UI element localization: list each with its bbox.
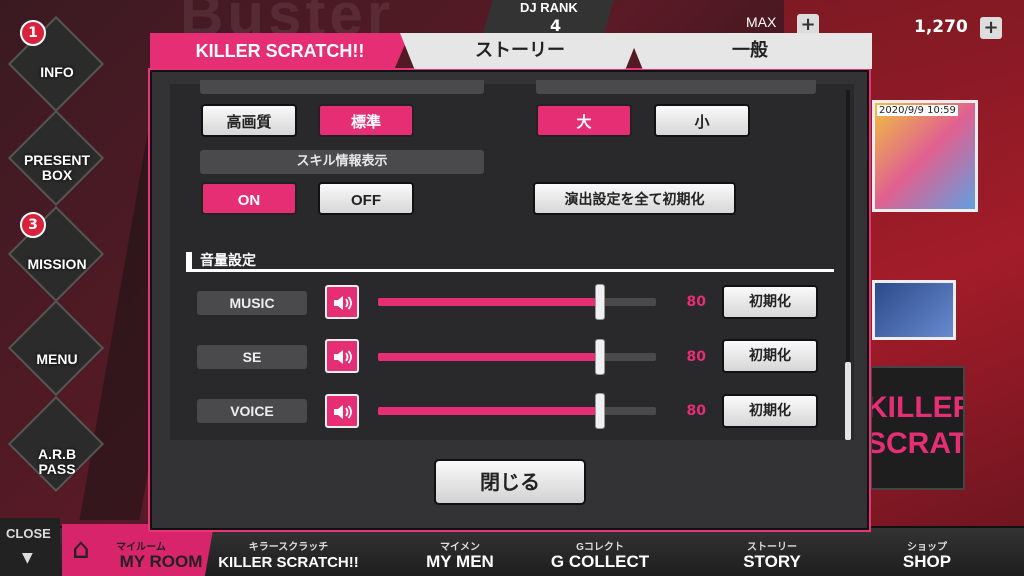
nav-g-collect[interactable]: Gコレクト G COLLECT xyxy=(540,542,660,572)
nav-sub: マイルーム xyxy=(116,542,166,553)
voice-slider[interactable] xyxy=(378,393,656,429)
settings-scroll-area[interactable] xyxy=(170,84,854,440)
nav-shop[interactable]: ショップ SHOP xyxy=(892,542,962,572)
coin-plus-icon[interactable]: + xyxy=(980,17,1002,39)
se-slider[interactable] xyxy=(378,339,656,375)
music-slider[interactable] xyxy=(378,284,656,320)
slider-fill xyxy=(378,298,600,306)
se-speaker-icon[interactable] xyxy=(325,339,359,373)
close-nav-button[interactable]: CLOSE ▼ xyxy=(0,518,60,576)
nav-sub: キラースクラッチ xyxy=(248,542,329,553)
nav-label: STORY xyxy=(743,552,801,571)
menu-label: MENU xyxy=(36,351,78,367)
voice-speaker-icon[interactable] xyxy=(325,394,359,428)
quality-standard-button[interactable]: 標準 xyxy=(318,104,414,137)
voice-label: VOICE xyxy=(197,399,307,423)
slider-handle[interactable] xyxy=(595,284,605,320)
skill-info-off-button[interactable]: OFF xyxy=(318,182,414,215)
slider-fill xyxy=(378,407,600,415)
se-label: SE xyxy=(197,345,307,369)
voice-reset-button[interactable]: 初期化 xyxy=(722,394,818,428)
slider-fill xyxy=(378,353,600,361)
present-box-label: PRESENT BOX xyxy=(23,152,91,183)
stamina-plus-icon[interactable]: + xyxy=(797,14,819,36)
nav-sub: ストーリー xyxy=(747,542,797,553)
nav-label: G COLLECT xyxy=(550,552,650,571)
nav-sub: ショップ xyxy=(907,542,947,553)
nav-sub: マイメン xyxy=(440,542,480,553)
nav-label: KILLER SCRATCH!! xyxy=(218,554,359,571)
music-reset-button[interactable]: 初期化 xyxy=(722,285,818,319)
music-speaker-icon[interactable] xyxy=(325,285,359,319)
nav-my-men[interactable]: マイメン MY MEN xyxy=(410,542,510,572)
tab-general[interactable]: 一般 xyxy=(628,33,872,69)
coin-value: 1,270 xyxy=(914,17,968,37)
size-large-button[interactable]: 大 xyxy=(536,104,632,137)
skill-info-header: スキル情報表示 xyxy=(200,150,484,174)
dj-rank-value: 4 xyxy=(550,16,562,35)
close-nav-label: CLOSE xyxy=(6,526,51,541)
nav-label: MY ROOM xyxy=(119,552,203,571)
skill-info-on-button[interactable]: ON xyxy=(201,182,297,215)
nav-sub: Gコレクト xyxy=(576,542,624,553)
slider-handle[interactable] xyxy=(595,393,605,429)
house-icon: ⌂ xyxy=(72,532,90,565)
thumbnail-date: 2020/9/9 10:59 xyxy=(877,105,958,116)
info-badge: 1 xyxy=(20,20,46,46)
volume-section-title: 音量設定 xyxy=(200,253,256,269)
stamina-max-label: MAX xyxy=(746,14,777,30)
nav-my-room[interactable]: マイルーム MY ROOM xyxy=(68,542,214,572)
killer-scratch-banner[interactable]: KILLER SCRATCH!! xyxy=(870,366,965,490)
nav-killer-scratch[interactable]: キラースクラッチ KILLER SCRATCH!! xyxy=(216,542,361,572)
size-header-clipped xyxy=(536,80,816,94)
quality-high-button[interactable]: 高画質 xyxy=(201,104,297,137)
music-label: MUSIC xyxy=(197,291,307,315)
nav-label: SHOP xyxy=(902,552,952,571)
music-volume-value: 80 xyxy=(686,294,706,310)
se-volume-value: 80 xyxy=(686,349,706,365)
event-thumbnail[interactable]: 2020/9/9 10:59 xyxy=(872,100,978,212)
mission-label: MISSION xyxy=(27,256,87,272)
tab-story[interactable]: ストーリー xyxy=(400,33,640,69)
scrollbar-thumb[interactable] xyxy=(845,362,851,440)
slider-handle[interactable] xyxy=(595,339,605,375)
mission-badge: 3 xyxy=(20,212,46,238)
reset-effects-button[interactable]: 演出設定を全て初期化 xyxy=(533,182,736,215)
chevron-down-icon: ▼ xyxy=(22,550,33,566)
quality-header-clipped xyxy=(200,80,484,94)
section-divider xyxy=(186,269,834,272)
voice-volume-value: 80 xyxy=(686,403,706,419)
arb-pass-label: A.R.B PASS xyxy=(37,446,77,477)
banner-text: KILLER SCRATCH!! xyxy=(870,391,963,460)
nav-label: MY MEN xyxy=(426,552,494,571)
tab-killer-scratch[interactable]: KILLER SCRATCH!! xyxy=(150,33,410,69)
dj-rank-label: DJ RANK xyxy=(520,0,578,15)
size-small-button[interactable]: 小 xyxy=(654,104,750,137)
info-label: INFO xyxy=(40,64,74,80)
close-dialog-button[interactable]: 閉じる xyxy=(434,459,586,505)
se-reset-button[interactable]: 初期化 xyxy=(722,339,818,373)
nav-story[interactable]: ストーリー STORY xyxy=(730,542,814,572)
character-thumbnail[interactable] xyxy=(872,280,956,340)
